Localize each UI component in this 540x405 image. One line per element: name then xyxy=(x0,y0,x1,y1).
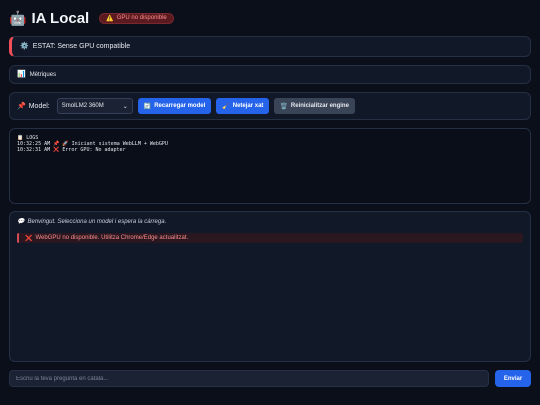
reload-model-label: Recarregar model xyxy=(154,103,206,109)
pin-icon: 📌 xyxy=(17,102,26,110)
composer: Enviar xyxy=(9,370,531,387)
model-label-text: Model: xyxy=(28,102,50,110)
gpu-status-badge: ⚠️ GPU no disponible xyxy=(99,12,174,24)
metrics-panel[interactable]: 📊 Mètriques xyxy=(9,65,531,84)
robot-icon: 🤖 xyxy=(9,9,27,26)
app-title-text: IA Local xyxy=(31,9,90,27)
clear-chat-label: Netejar xat xyxy=(232,103,264,109)
chevron-down-icon: ⌄ xyxy=(122,103,128,110)
model-select[interactable]: SmolLM2 360M ⌄ xyxy=(56,98,133,114)
app-header: 🤖 IA Local ⚠️ GPU no disponible xyxy=(9,8,174,28)
clear-chat-button[interactable]: 🧹 Netejar xat xyxy=(216,98,270,114)
question-input[interactable] xyxy=(9,370,489,387)
send-button[interactable]: Enviar xyxy=(495,370,531,387)
metrics-label: Mètriques xyxy=(29,71,57,78)
status-text: ESTAT: Sense GPU compatible xyxy=(32,43,131,50)
gpu-status-badge-text: GPU no disponible xyxy=(116,15,167,21)
reload-icon: 🔄 xyxy=(143,103,152,110)
warning-icon: ⚠️ xyxy=(106,15,114,22)
model-select-value: SmolLM2 360M xyxy=(61,103,104,109)
bar-chart-icon: 📊 xyxy=(17,71,26,78)
cross-icon: ❌ xyxy=(25,235,33,242)
logs-panel: 📋 LOGS 10:32:25 AM 📌 🚀 Iniciant sistema … xyxy=(9,128,531,204)
reload-model-button[interactable]: 🔄 Recarregar model xyxy=(137,98,212,114)
broom-icon: 🧹 xyxy=(222,103,230,110)
log-line: 10:32:31 AM ❌ Error GPU: No adapter xyxy=(17,147,126,153)
reset-engine-button[interactable]: 🗑️ Reinicialitzar engine xyxy=(274,98,355,114)
welcome-message: 💬 Benvingut. Selecciona un model i esper… xyxy=(17,218,523,226)
reset-engine-label: Reinicialitzar engine xyxy=(290,103,349,109)
error-text: WebGPU no disponible. Utilitza Chrome/Ed… xyxy=(35,235,189,241)
model-controls: 📌 Model: SmolLM2 360M ⌄ 🔄 Recarregar mod… xyxy=(9,92,531,120)
welcome-text: Benvingut. Selecciona un model i espera … xyxy=(27,218,167,225)
chat-panel: 💬 Benvingut. Selecciona un model i esper… xyxy=(9,211,531,362)
app-title: 🤖 IA Local xyxy=(9,10,89,27)
model-label: 📌 Model: xyxy=(17,103,50,110)
speech-bubble-icon: 💬 xyxy=(17,219,25,225)
error-message: ❌ WebGPU no disponible. Utilitza Chrome/… xyxy=(17,233,523,243)
trash-icon: 🗑️ xyxy=(280,103,288,110)
status-panel: ⚙️ ESTAT: Sense GPU compatible xyxy=(9,36,531,57)
gear-icon: ⚙️ xyxy=(20,43,29,50)
